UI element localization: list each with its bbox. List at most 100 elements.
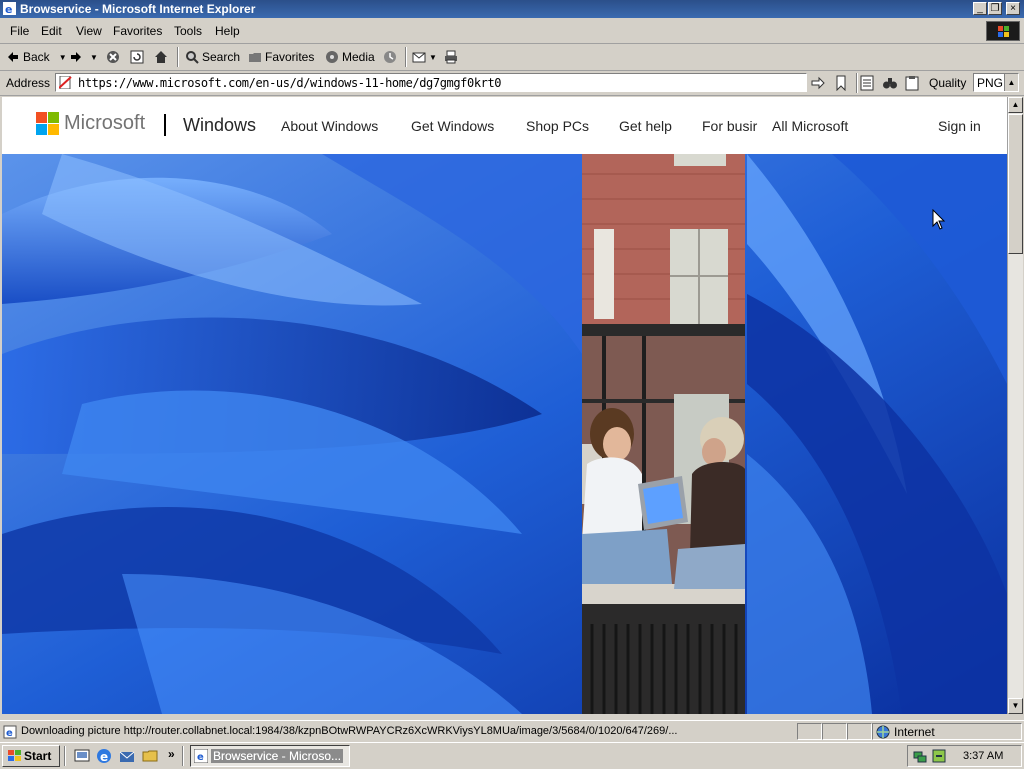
svg-text:e: e [5, 3, 12, 15]
quality-value: PNG [977, 76, 1004, 90]
windows-explorer-icon[interactable] [142, 748, 158, 764]
title-bar: e Browservice - Microsoft Internet Explo… [0, 0, 1024, 18]
minimize-button[interactable]: _ [973, 2, 987, 15]
nav-all-microsoft[interactable]: All Microsoft [772, 118, 848, 134]
ie-icon: e [194, 749, 208, 763]
stop-button[interactable] [106, 48, 120, 66]
page-viewport: Microsoft Windows About Windows Get Wind… [2, 97, 1007, 714]
go-arrow-icon[interactable] [810, 75, 826, 91]
task-label: Browservice - Microso... [211, 749, 344, 763]
microsoft-logo-text[interactable]: Microsoft [64, 112, 145, 135]
restore-button[interactable]: ❐ [988, 2, 1002, 15]
show-desktop-icon[interactable] [74, 748, 90, 764]
refresh-icon [130, 50, 144, 64]
find-binoculars-icon[interactable] [882, 75, 898, 91]
close-button[interactable]: × [1006, 2, 1020, 15]
print-icon [445, 50, 457, 64]
sign-in-link[interactable]: Sign in [938, 118, 981, 134]
back-button[interactable]: Back ▼ [6, 48, 67, 66]
outlook-express-icon[interactable] [119, 748, 135, 764]
scroll-down-button[interactable]: ▼ [1008, 698, 1023, 714]
search-label: Search [202, 50, 241, 64]
windows-flag-icon [8, 750, 21, 761]
start-label: Start [24, 749, 52, 763]
hero-image [2, 154, 1007, 714]
window-title: Browservice - Microsoft Internet Explore… [20, 2, 256, 16]
menu-bar: File Edit View Favorites Tools Help [0, 19, 1024, 44]
taskbar-item-browservice[interactable]: e Browservice - Microso... [190, 745, 350, 767]
back-label: Back [23, 50, 50, 64]
media-label: Media [342, 50, 375, 64]
svg-text:e: e [197, 752, 204, 763]
home-button[interactable] [154, 48, 168, 66]
nav-about-windows[interactable]: About Windows [281, 118, 378, 134]
product-title[interactable]: Windows [183, 115, 256, 136]
nav-for-business[interactable]: For busir [702, 118, 757, 134]
vertical-scrollbar[interactable]: ▲ ▼ [1007, 97, 1023, 714]
media-button[interactable]: Media [325, 48, 375, 66]
back-arrow-icon [8, 52, 18, 62]
svg-text:e: e [6, 728, 13, 739]
media-icon [326, 51, 338, 63]
document-icon[interactable] [860, 75, 874, 91]
home-icon [155, 51, 167, 63]
chevron-down-icon[interactable]: ▼ [90, 53, 98, 62]
internet-globe-icon [876, 725, 890, 739]
taskbar: Start e » e Browservice - Microso... 3:3… [0, 742, 1024, 769]
system-clock[interactable]: 3:37 AM [963, 750, 1003, 762]
header-divider [164, 114, 166, 136]
windows-bloom-wallpaper [2, 154, 1007, 714]
address-bar: Address https://www.microsoft.com/en-us/… [0, 71, 1024, 96]
forward-button[interactable]: ▼ [69, 48, 98, 66]
forward-arrow-icon [71, 52, 81, 62]
favorites-button[interactable]: Favorites [248, 48, 314, 66]
network-icon[interactable] [913, 749, 927, 763]
standard-toolbar: Back ▼ ▼ Search Favorites Media ▼ [0, 44, 1024, 71]
page-icon [59, 76, 72, 89]
chevron-down-icon[interactable]: ▼ [59, 53, 67, 62]
site-header: Microsoft Windows About Windows Get Wind… [2, 97, 1007, 154]
history-button[interactable] [383, 48, 397, 66]
print-button[interactable] [444, 48, 458, 66]
scroll-thumb[interactable] [1008, 114, 1023, 254]
menu-favorites[interactable]: Favorites [113, 24, 162, 38]
nav-shop-pcs[interactable]: Shop PCs [526, 118, 589, 134]
scroll-up-button[interactable]: ▲ [1008, 97, 1023, 113]
start-button[interactable]: Start [2, 745, 60, 767]
stop-icon [107, 51, 119, 63]
windows-logo-icon [986, 21, 1020, 41]
menu-tools[interactable]: Tools [174, 24, 202, 38]
menu-file[interactable]: File [10, 24, 29, 38]
microsoft-logo-icon[interactable] [36, 112, 59, 135]
history-icon [384, 51, 396, 63]
mail-icon [412, 52, 426, 63]
arrow-cursor-icon [932, 209, 946, 230]
quality-label: Quality [929, 76, 967, 90]
favorites-label: Favorites [265, 50, 315, 64]
address-input[interactable]: https://www.microsoft.com/en-us/d/window… [55, 73, 807, 92]
menu-view[interactable]: View [76, 24, 102, 38]
nav-get-help[interactable]: Get help [619, 118, 672, 134]
search-button[interactable]: Search [185, 48, 240, 66]
chevron-down-icon[interactable]: ▼ [429, 53, 437, 62]
quicklaunch-overflow[interactable]: » [168, 747, 175, 761]
search-icon [186, 51, 199, 64]
menu-edit[interactable]: Edit [41, 24, 62, 38]
nav-get-windows[interactable]: Get Windows [411, 118, 494, 134]
volume-icon[interactable] [932, 749, 946, 763]
refresh-button[interactable] [130, 48, 144, 66]
menu-help[interactable]: Help [215, 24, 240, 38]
quality-select[interactable]: PNG ▲ [973, 73, 1019, 92]
mail-button[interactable]: ▼ [412, 48, 437, 66]
ie-page-icon: e [3, 725, 17, 739]
favorites-folder-icon [249, 53, 261, 62]
status-text: Downloading picture http://router.collab… [21, 725, 678, 737]
status-bar: e Downloading picture http://router.coll… [0, 720, 1024, 742]
internet-explorer-icon[interactable]: e [96, 748, 112, 764]
address-label: Address [6, 76, 51, 90]
chevron-down-icon[interactable]: ▲ [1004, 74, 1018, 91]
security-zone: Internet [894, 725, 935, 739]
ie-icon: e [3, 2, 16, 15]
clipboard-icon[interactable] [904, 75, 920, 91]
bookmark-icon[interactable] [834, 75, 848, 91]
